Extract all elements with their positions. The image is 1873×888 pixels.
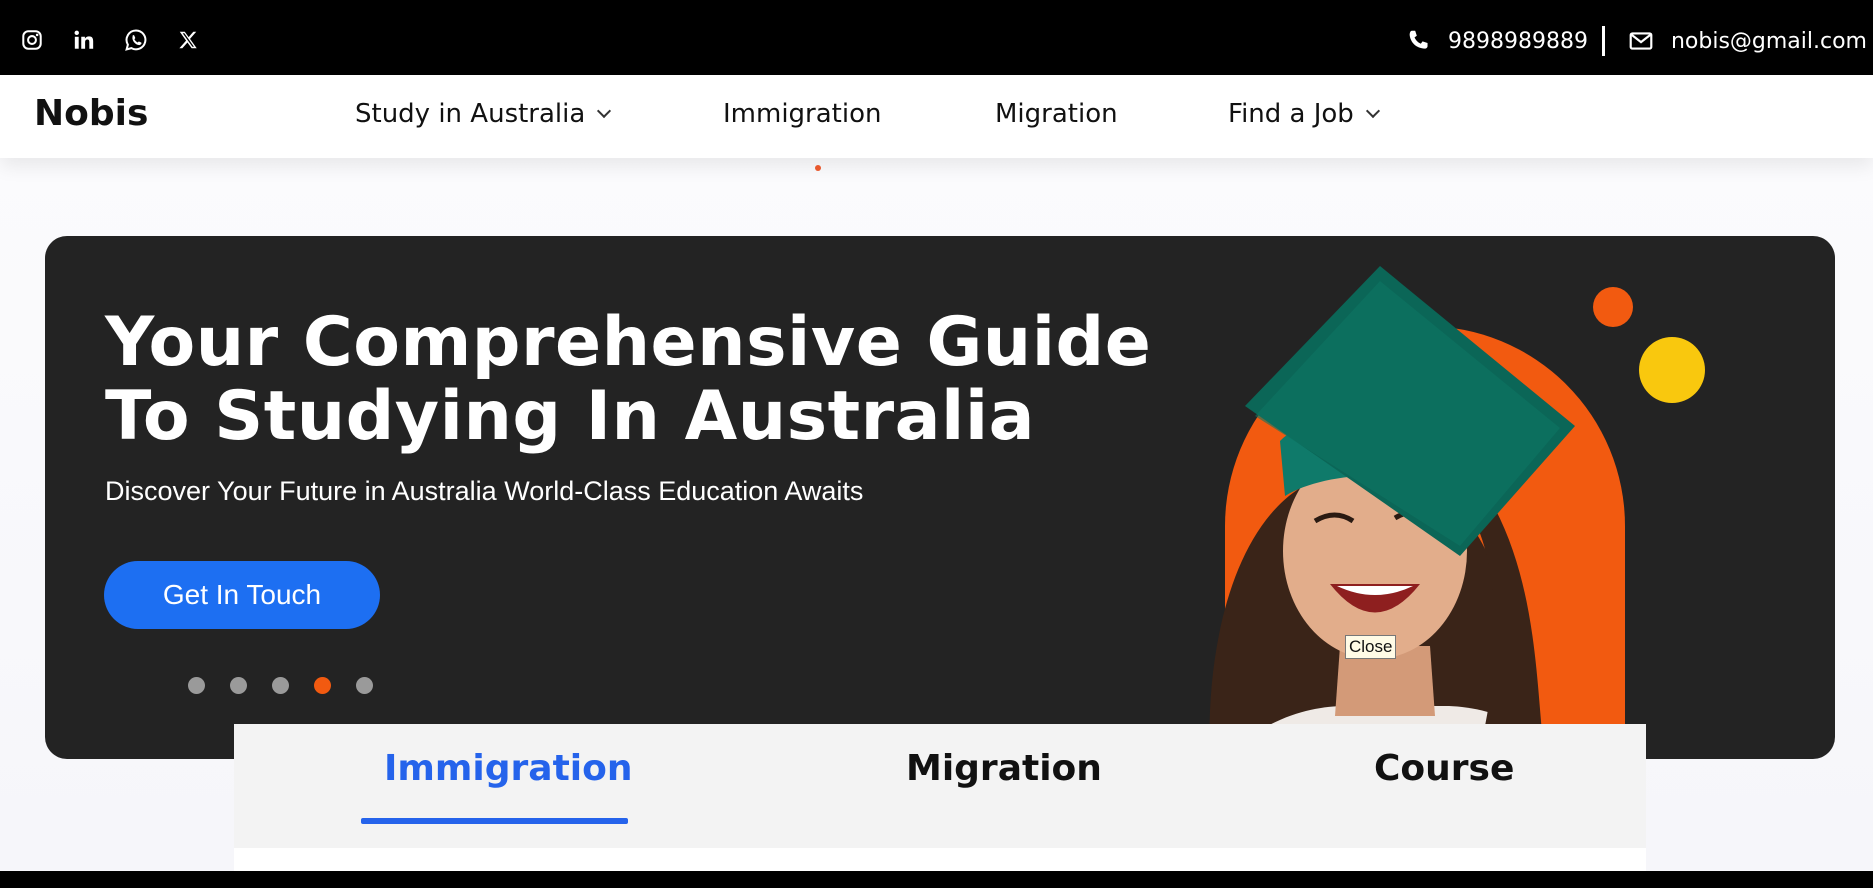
contact-info: 9898989889 nobis@gmail.com <box>1404 26 1867 56</box>
hero-subtitle: Discover Your Future in Australia World-… <box>105 476 864 506</box>
linkedin-icon[interactable] <box>72 28 96 52</box>
hero-banner: Your Comprehensive Guide To Studying In … <box>45 236 1835 759</box>
service-tabs: Immigration Migration Course <box>234 724 1646 888</box>
nav-active-indicator <box>815 165 821 171</box>
active-tab-underline <box>361 818 628 824</box>
slider-dot-3[interactable] <box>272 677 289 694</box>
nav-migration[interactable]: Migration <box>995 99 1118 129</box>
top-bar: 9898989889 nobis@gmail.com <box>0 0 1873 75</box>
tab-course[interactable]: Course <box>1374 748 1514 789</box>
main-navbar: Nobis Study in Australia Immigration Mig… <box>0 75 1873 158</box>
nav-migration-label: Migration <box>995 99 1118 129</box>
slider-dots <box>188 677 373 694</box>
social-links <box>20 28 200 52</box>
tab-migration[interactable]: Migration <box>906 748 1102 789</box>
bottom-edge <box>0 871 1873 888</box>
graduate-illustration <box>1209 266 1705 759</box>
nav-find-a-job-label: Find a Job <box>1228 99 1354 129</box>
nav-find-a-job[interactable]: Find a Job <box>1228 99 1380 129</box>
slider-dot-2[interactable] <box>230 677 247 694</box>
hero-title: Your Comprehensive Guide To Studying In … <box>105 303 1152 456</box>
nav-study-in-australia[interactable]: Study in Australia <box>355 99 612 129</box>
nav-immigration[interactable]: Immigration <box>723 99 881 129</box>
chevron-down-icon <box>597 103 612 119</box>
logo[interactable]: Nobis <box>34 93 148 134</box>
phone-icon <box>1404 27 1432 55</box>
instagram-icon[interactable] <box>20 28 44 52</box>
mail-icon <box>1627 27 1655 55</box>
contact-divider <box>1601 26 1605 56</box>
slider-dot-4[interactable] <box>314 677 331 694</box>
whatsapp-icon[interactable] <box>124 28 148 52</box>
slider-dot-5[interactable] <box>356 677 373 694</box>
chevron-down-icon <box>1365 103 1380 119</box>
slider-dot-1[interactable] <box>188 677 205 694</box>
email-link[interactable]: nobis@gmail.com <box>1671 29 1867 54</box>
x-twitter-icon[interactable] <box>176 28 200 52</box>
get-in-touch-button[interactable]: Get In Touch <box>104 561 380 629</box>
phone-link[interactable]: 9898989889 <box>1448 29 1588 54</box>
nav-study-in-australia-label: Study in Australia <box>355 99 586 129</box>
nav-immigration-label: Immigration <box>723 99 882 129</box>
tab-immigration[interactable]: Immigration <box>384 748 632 789</box>
close-tooltip[interactable]: Close <box>1345 635 1397 659</box>
